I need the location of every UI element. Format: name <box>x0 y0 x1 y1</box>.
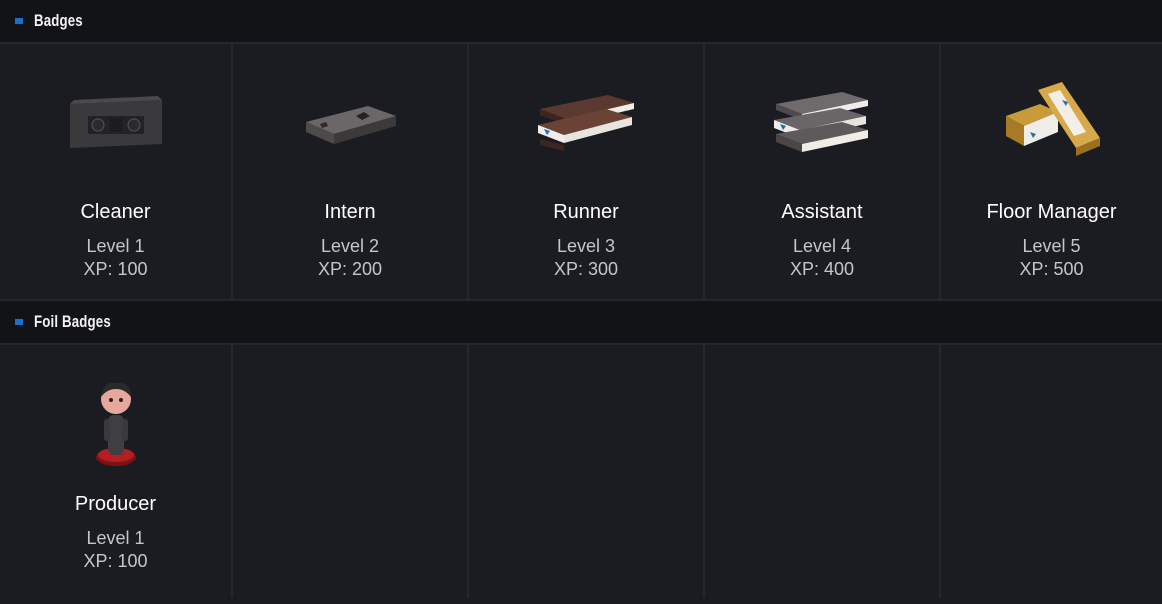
section-marker <box>15 18 23 24</box>
badge-name: Floor Manager <box>986 201 1117 223</box>
badge-level: Level 1 <box>86 236 145 256</box>
badge-card-cleaner[interactable]: Cleaner Level 1 XP: 100 <box>0 44 233 299</box>
badge-level: Level 4 <box>792 236 852 256</box>
vhs-tape-icon <box>290 74 410 174</box>
badges-grid: Cleaner Level 1 XP: 100 Intern Level 2 X… <box>0 44 1162 301</box>
badge-xp: XP: 200 <box>317 259 383 279</box>
badge-level: Level 3 <box>556 236 616 256</box>
badge-card-assistant[interactable]: Assistant Level 4 XP: 400 <box>705 44 941 299</box>
badge-card-runner[interactable]: Runner Level 3 XP: 300 <box>469 44 705 299</box>
badge-level: Level 2 <box>320 236 380 256</box>
badge-xp: XP: 400 <box>789 259 855 279</box>
badge-xp: XP: 100 <box>83 259 148 279</box>
empty-badge-slot <box>469 345 705 598</box>
badge-xp: XP: 300 <box>553 259 619 279</box>
vhs-tape-icon <box>56 74 176 174</box>
section-title: Foil Badges <box>34 312 111 331</box>
empty-badge-slot <box>705 345 941 598</box>
badge-card-intern[interactable]: Intern Level 2 XP: 200 <box>233 44 469 299</box>
badge-name: Intern <box>324 201 376 223</box>
section-marker <box>15 319 23 325</box>
vhs-tape-stack-icon <box>526 74 646 174</box>
vhs-tape-stack-icon <box>762 74 882 174</box>
section-title: Badges <box>34 11 83 30</box>
badge-level: Level 1 <box>86 528 145 548</box>
badge-card-floor-manager[interactable]: Floor Manager Level 5 XP: 500 <box>941 44 1162 299</box>
empty-badge-slot <box>233 345 469 598</box>
badge-xp: XP: 100 <box>83 551 148 571</box>
badge-xp: XP: 500 <box>1019 259 1084 279</box>
badge-name: Cleaner <box>80 201 151 223</box>
foil-badges-section-header: Foil Badges <box>0 301 1162 345</box>
badge-name: Runner <box>553 201 619 223</box>
gold-vhs-tape-stack-icon <box>992 74 1112 174</box>
badge-name: Producer <box>74 493 157 515</box>
empty-badge-slot <box>941 345 1162 598</box>
badges-section-header: Badges <box>0 0 1162 44</box>
badge-level: Level 5 <box>1022 236 1081 256</box>
badge-name: Assistant <box>781 201 863 223</box>
badge-card-producer[interactable]: Producer Level 1 XP: 100 <box>0 345 233 598</box>
bobblehead-icon <box>56 371 176 475</box>
foil-badges-grid: Producer Level 1 XP: 100 <box>0 345 1162 598</box>
